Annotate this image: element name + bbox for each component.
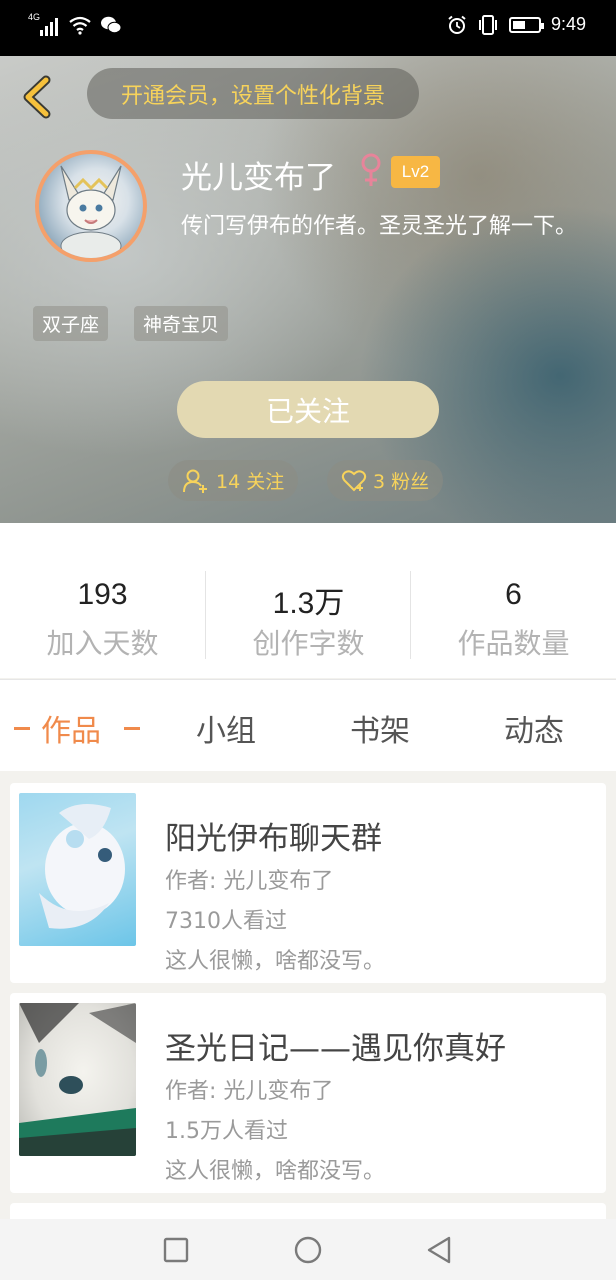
triangle-back-nav-icon[interactable] (422, 1233, 456, 1267)
stat-value: 193 (77, 578, 128, 611)
nickname: 光儿变布了 (181, 160, 336, 196)
status-bar: 4G 9:49 (0, 0, 616, 56)
work-author: 作者: 光儿变布了 (165, 869, 334, 894)
back-arrow-icon[interactable] (16, 72, 60, 122)
work-card[interactable]: 圣光日记——遇见你真好 作者: 光儿变布了 1.5万人看过 这人很懒，啥都没写。 (10, 993, 606, 1193)
wifi-icon (69, 16, 91, 35)
work-views: 1.5万人看过 (165, 1119, 288, 1144)
work-title: 阳光伊布聊天群 (165, 821, 382, 857)
circle-nav-icon[interactable] (291, 1233, 325, 1267)
stat-value: 1.3万 (272, 587, 345, 620)
tag-zodiac: 双子座 (33, 306, 109, 341)
fans-count-button[interactable]: 3 粉丝 (327, 460, 444, 501)
fans-label: 3 粉丝 (373, 471, 430, 493)
following-label: 14 关注 (216, 471, 285, 493)
stat-label: 作品数量 (457, 627, 570, 660)
network-type: 4G (28, 12, 41, 22)
stat-label: 加入天数 (46, 627, 159, 660)
work-card[interactable]: 阳光伊布聊天群 作者: 光儿变布了 7310人看过 这人很懒，啥都没写。 (10, 783, 606, 983)
tab-activity[interactable]: 动态 (504, 706, 564, 750)
stat-join-days: 193 加入天数 (0, 578, 205, 662)
alarm-icon (448, 15, 466, 34)
work-cover-image (19, 793, 136, 946)
battery-icon (508, 16, 544, 33)
work-description: 这人很懒，啥都没写。 (165, 1159, 386, 1184)
work-description: 这人很懒，啥都没写。 (165, 949, 386, 974)
status-right: 9:49 (447, 14, 586, 35)
tab-bookshelf[interactable]: 书架 (350, 706, 410, 750)
follow-user-icon (183, 469, 207, 493)
stat-word-count: 1.3万 创作字数 (206, 578, 411, 662)
avatar-image (60, 165, 122, 258)
system-nav-bar (0, 1219, 616, 1280)
status-left: 4G (28, 12, 122, 36)
clock: 9:49 (550, 14, 586, 34)
followed-button[interactable]: 已关注 (177, 381, 439, 438)
profile-stats: 193 加入天数 1.3万 创作字数 6 作品数量 (0, 523, 616, 678)
vip-background-banner[interactable]: 开通会员，设置个性化背景 (87, 68, 419, 119)
tab-works[interactable]: 作品 (41, 706, 101, 750)
stat-label: 创作字数 (252, 627, 365, 660)
square-nav-icon[interactable] (159, 1233, 193, 1267)
active-tab-dash (14, 727, 30, 730)
profile-tabs: 作品 小组 书架 动态 (0, 679, 616, 771)
active-tab-dash (124, 727, 140, 730)
level-badge: Lv2 (391, 156, 440, 188)
female-icon (361, 153, 381, 186)
work-title: 圣光日记——遇见你真好 (165, 1031, 506, 1067)
heart-icon (341, 469, 367, 491)
stat-works-count: 6 作品数量 (411, 578, 616, 662)
vibrate-icon (478, 14, 497, 35)
work-cover-image (19, 1003, 136, 1156)
work-author: 作者: 光儿变布了 (165, 1079, 334, 1104)
following-count-button[interactable]: 14 关注 (168, 460, 299, 501)
avatar[interactable] (35, 150, 147, 262)
work-views: 7310人看过 (165, 909, 287, 934)
profile-bio: 传门写伊布的作者。圣灵圣光了解一下。 (181, 214, 578, 239)
profile-header: 开通会员，设置个性化背景 光儿变布了 Lv2 传门写伊布的作者。圣灵圣光了解一下… (0, 56, 616, 523)
tag-interest: 神奇宝贝 (134, 306, 229, 341)
stat-value: 6 (505, 578, 522, 611)
wechat-icon (101, 16, 122, 34)
tab-groups[interactable]: 小组 (196, 706, 256, 750)
cell-signal-icon: 4G (28, 12, 60, 36)
